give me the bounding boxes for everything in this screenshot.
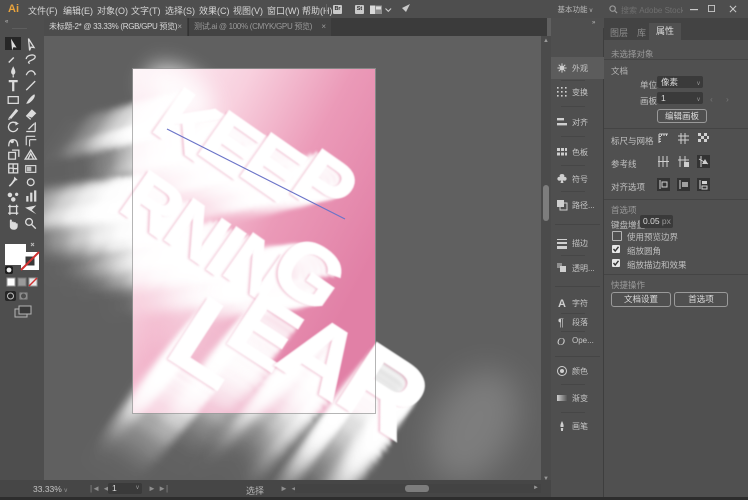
- svg-text:¶: ¶: [558, 317, 564, 328]
- svg-text:A: A: [558, 298, 566, 309]
- svg-text:O: O: [557, 336, 565, 347]
